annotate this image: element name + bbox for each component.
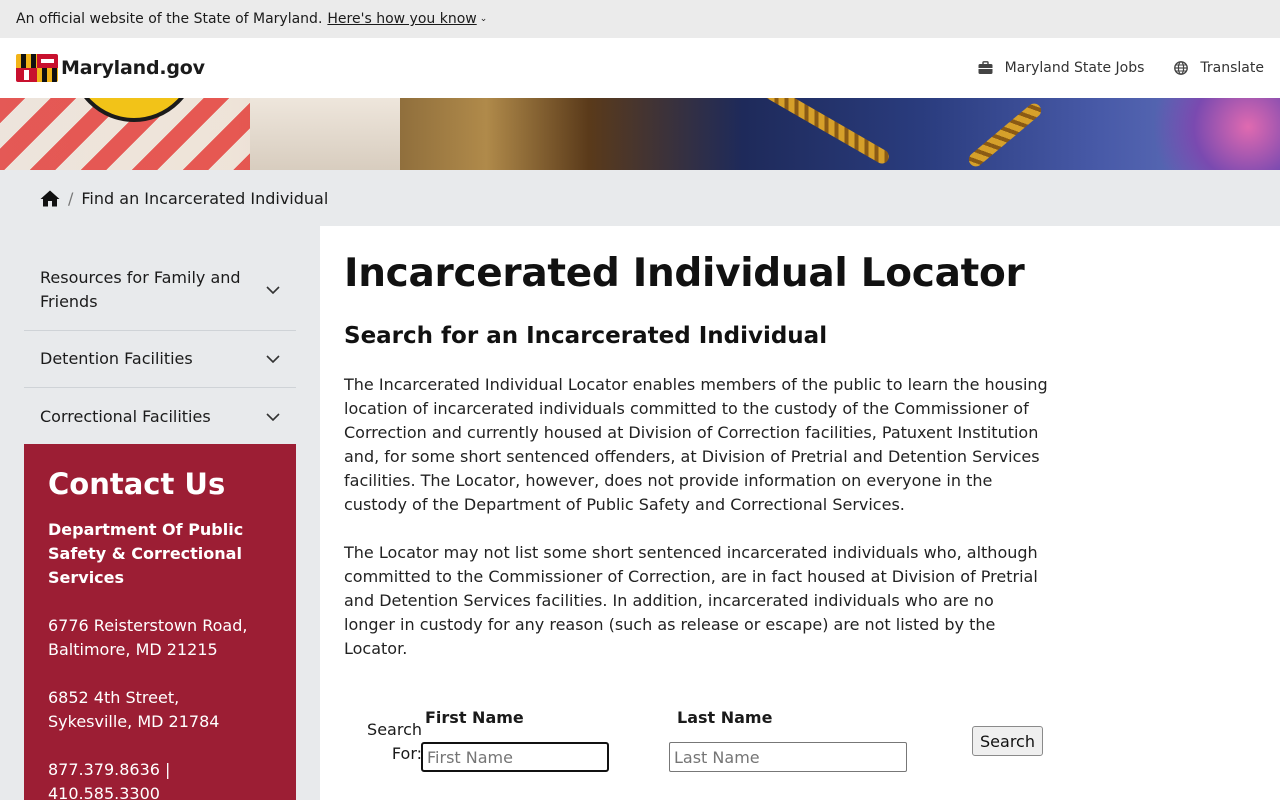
contact-us-panel: Contact Us Department Of Public Safety &… bbox=[24, 444, 296, 800]
breadcrumb: / Find an Incarcerated Individual bbox=[0, 170, 1280, 226]
locator-search-form: Search For: First Name Last Name Search bbox=[344, 708, 1064, 798]
official-site-text: An official website of the State of Mary… bbox=[16, 11, 323, 27]
address-1-line-1: 6776 Reisterstown Road, bbox=[48, 616, 248, 635]
contact-department: Department Of Public Safety & Correction… bbox=[48, 520, 244, 587]
search-for-label: Search For: bbox=[367, 720, 422, 763]
chevron-down-icon[interactable]: ⌄ bbox=[480, 14, 488, 24]
hero-banner-image bbox=[0, 98, 1280, 170]
sidebar-item-label: Correctional Facilities bbox=[40, 406, 211, 426]
first-name-label: First Name bbox=[425, 708, 524, 727]
state-jobs-label: Maryland State Jobs bbox=[1004, 60, 1145, 76]
logo-text: Maryland.gov bbox=[61, 57, 205, 79]
intro-paragraph: The Incarcerated Individual Locator enab… bbox=[344, 375, 1048, 514]
how-you-know-link[interactable]: Here's how you know bbox=[327, 11, 476, 27]
sidebar-item-label: Detention Facilities bbox=[40, 349, 193, 368]
maryland-flag-icon bbox=[16, 54, 58, 82]
last-name-label: Last Name bbox=[677, 708, 773, 727]
page-title: Incarcerated Individual Locator bbox=[344, 251, 1025, 296]
locator-note-paragraph: The Locator may not list some short sent… bbox=[344, 543, 1038, 658]
header-links: Maryland State Jobs Translate bbox=[948, 60, 1264, 76]
address-1-line-2: Baltimore, MD 21215 bbox=[48, 640, 218, 659]
first-name-input[interactable] bbox=[421, 742, 609, 772]
address-2-line-2: Sykesville, MD 21784 bbox=[48, 712, 220, 731]
contact-title: Contact Us bbox=[48, 467, 226, 501]
contact-address-1: 6776 Reisterstown Road, Baltimore, MD 21… bbox=[48, 614, 272, 662]
sidebar-item-label: Resources for Family and Friends bbox=[40, 267, 241, 311]
translate-label: Translate bbox=[1200, 60, 1264, 76]
contact-address-2: 6852 4th Street, Sykesville, MD 21784 bbox=[48, 686, 272, 734]
chevron-down-icon bbox=[266, 355, 280, 363]
main-content: Incarcerated Individual Locator Search f… bbox=[320, 226, 1280, 800]
page-subtitle: Search for an Incarcerated Individual bbox=[344, 323, 828, 349]
address-2-line-1: 6852 4th Street, bbox=[48, 688, 180, 707]
sidebar-item-detention-facilities[interactable]: Detention Facilities bbox=[24, 331, 296, 388]
contact-phones[interactable]: 877.379.8636 | 410.585.3300 bbox=[48, 758, 272, 800]
breadcrumb-current: Find an Incarcerated Individual bbox=[81, 188, 329, 208]
briefcase-icon bbox=[978, 61, 993, 74]
official-site-banner: An official website of the State of Mary… bbox=[0, 0, 1280, 38]
home-icon[interactable] bbox=[40, 190, 60, 207]
search-button[interactable]: Search bbox=[972, 726, 1043, 756]
maryland-logo-link[interactable]: Maryland.gov bbox=[16, 54, 205, 82]
chevron-down-icon bbox=[266, 285, 280, 294]
breadcrumb-separator: / bbox=[68, 188, 74, 208]
site-header: Maryland.gov Maryland State Jobs Transla… bbox=[0, 38, 1280, 98]
translate-link[interactable]: Translate bbox=[1174, 60, 1264, 76]
last-name-input[interactable] bbox=[669, 742, 907, 772]
globe-icon bbox=[1174, 61, 1189, 75]
sidebar-item-resources-family-friends[interactable]: Resources for Family and Friends bbox=[24, 248, 296, 331]
sidebar-item-correctional-facilities[interactable]: Correctional Facilities bbox=[24, 388, 296, 445]
chevron-down-icon bbox=[266, 412, 280, 421]
sidebar-nav: Resources for Family and Friends Detenti… bbox=[24, 248, 296, 445]
state-jobs-link[interactable]: Maryland State Jobs bbox=[978, 60, 1145, 76]
